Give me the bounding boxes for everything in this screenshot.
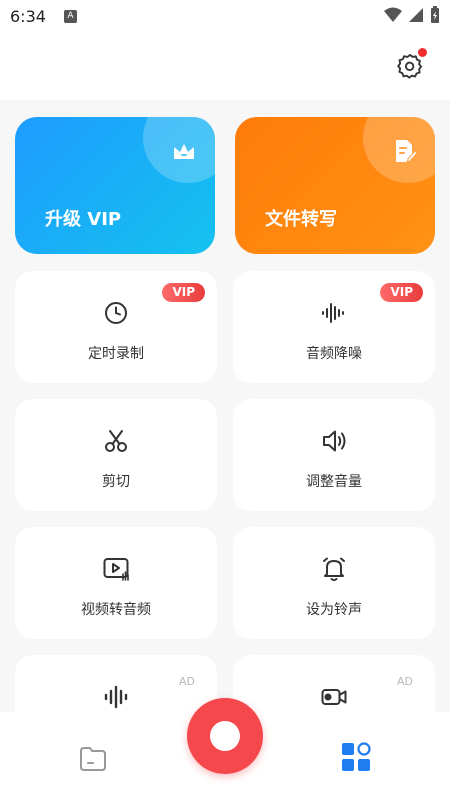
file-transcribe-card[interactable]: 文件转写: [235, 117, 435, 254]
document-edit-icon: [396, 140, 418, 163]
upgrade-vip-card[interactable]: 升级 VIP: [15, 117, 215, 254]
nav-files-button[interactable]: [78, 744, 108, 774]
clock-icon: [105, 302, 127, 324]
crown-icon: [174, 144, 194, 159]
header: [0, 32, 450, 100]
tool-label: 音频降噪: [306, 346, 362, 362]
battery-icon: [431, 6, 439, 23]
settings-button[interactable]: [396, 48, 427, 80]
file-transcribe-label: 文件转写: [265, 209, 337, 230]
upgrade-vip-label: 升级 VIP: [45, 209, 122, 230]
ad-badge: AD: [397, 675, 413, 688]
record-button[interactable]: [187, 698, 263, 774]
video-camera-icon: [321, 689, 347, 705]
apps-grid-icon: [342, 742, 371, 771]
volume-icon: [323, 430, 346, 452]
ad-badge: AD: [179, 675, 195, 688]
tool-label: 剪切: [102, 474, 130, 490]
tool-scheduled-recording[interactable]: VIP 定时录制: [15, 271, 217, 383]
tool-label: 定时录制: [88, 346, 144, 362]
status-icons: [384, 6, 440, 24]
scissors-icon: [105, 430, 127, 452]
audio-bars-icon: [104, 685, 128, 709]
vip-badge: VIP: [162, 283, 205, 302]
tool-label: 设为铃声: [306, 602, 362, 618]
status-time: 6:34: [10, 6, 46, 26]
tool-cut[interactable]: 剪切: [15, 399, 217, 511]
tool-noise-reduction[interactable]: VIP 音频降噪: [233, 271, 435, 383]
bell-icon: [323, 557, 345, 581]
tool-video-to-audio[interactable]: 视频转音频: [15, 527, 217, 639]
nav-tools-button[interactable]: [341, 742, 371, 772]
tool-label: 视频转音频: [81, 602, 151, 618]
notification-dot: [418, 48, 427, 57]
status-indicator: A: [63, 9, 77, 23]
tool-label: 调整音量: [306, 474, 362, 490]
record-icon: [210, 721, 240, 751]
video-to-audio-icon: [103, 558, 129, 581]
tool-adjust-volume[interactable]: 调整音量: [233, 399, 435, 511]
status-bar: 6:34 A: [0, 0, 450, 32]
vip-badge: VIP: [380, 283, 423, 302]
tool-set-ringtone[interactable]: 设为铃声: [233, 527, 435, 639]
folder-icon: [80, 747, 106, 771]
wifi-icon: [384, 7, 402, 22]
signal-icon: [409, 8, 423, 22]
waveform-icon: [322, 303, 344, 323]
